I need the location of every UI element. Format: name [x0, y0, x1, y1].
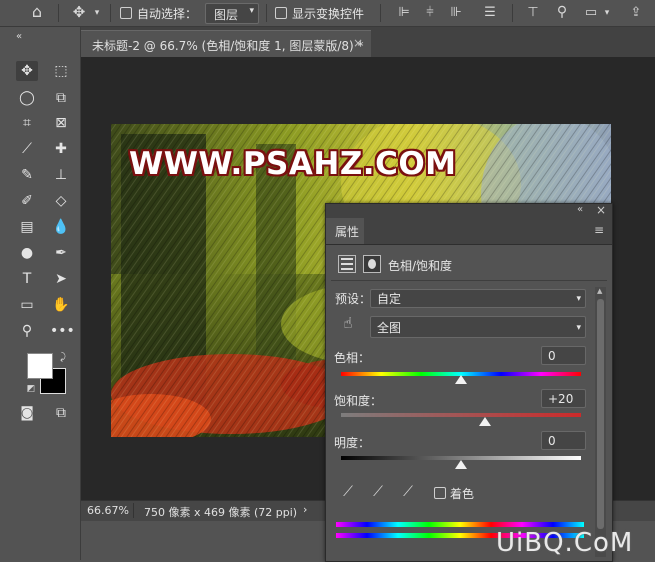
chevron-down-icon[interactable]: ▾ [602, 5, 612, 21]
pen-tool-icon[interactable]: ✒ [50, 243, 72, 263]
panel-tab-bar: 属性 ≡ [326, 218, 612, 245]
lightness-slider-thumb[interactable] [455, 460, 467, 469]
crop-tool-icon[interactable]: ⌗ [16, 113, 38, 133]
move-tool-icon[interactable]: ✥ [16, 61, 38, 81]
lightness-value: 0 [548, 434, 556, 448]
history-brush-icon[interactable]: ✐ [16, 191, 38, 211]
zoom-tool-icon[interactable]: ⚲ [16, 321, 38, 341]
scrollbar-thumb[interactable] [597, 299, 604, 529]
chevron-down-icon[interactable]: ▾ [92, 5, 102, 21]
saturation-label: 饱和度： [334, 394, 383, 408]
preset-value: 自定 [377, 292, 402, 306]
hue-label: 色相： [334, 351, 371, 365]
targeted-adjust-hand-icon[interactable]: ☝ [339, 315, 357, 331]
scroll-up-icon[interactable]: ▲ [597, 287, 602, 295]
object-select-tool-icon[interactable]: ⧉ [50, 88, 72, 108]
chevron-down-icon: ▾ [249, 6, 254, 16]
show-transform-label: 显示变换控件 [292, 7, 365, 21]
quick-mask-icon[interactable]: ◙ [16, 403, 38, 423]
more-tools-icon[interactable]: ••• [50, 321, 75, 341]
mask-icon[interactable] [363, 255, 381, 273]
adjustment-icon[interactable] [338, 255, 356, 273]
adjustment-title: 色相/饱和度 [388, 259, 453, 273]
layer-select[interactable]: 图层 ▾ [205, 3, 259, 24]
rectangle-tool-icon[interactable]: ▭ [16, 295, 38, 315]
panel-grip[interactable]: « × [326, 203, 612, 218]
collapse-icon[interactable]: « [12, 29, 26, 45]
dodge-tool-icon[interactable]: ● [16, 243, 38, 263]
show-transform-checkbox[interactable] [275, 7, 287, 19]
home-icon[interactable]: ⌂ [28, 4, 46, 20]
auto-select-label: 自动选择： [137, 7, 198, 21]
panel-scrollbar[interactable]: ▲ [595, 287, 606, 557]
stamp-tool-icon[interactable]: ⊥ [50, 165, 72, 185]
document-tab-title: 未标题-2 @ 66.7% (色相/饱和度 1, 图层蒙版/8) * [92, 39, 364, 53]
frame-tool-icon[interactable]: ⊠ [50, 113, 72, 133]
align-right-icon[interactable]: ⊪ [448, 5, 464, 21]
share-icon[interactable]: ⇪ [628, 5, 644, 21]
eyedropper-tool-icon[interactable]: ⟋ [16, 139, 38, 159]
colorize-checkbox[interactable] [434, 487, 446, 499]
input-color-bar [336, 522, 584, 527]
eyedropper-icon[interactable]: ⟋ [340, 484, 356, 500]
saturation-input[interactable]: +20 [541, 389, 586, 408]
collapse-icon[interactable]: « [577, 204, 583, 215]
path-select-icon[interactable]: ➤ [50, 269, 72, 289]
preset-label: 预设： [335, 292, 372, 306]
marquee-tool-icon[interactable]: ⬚ [50, 61, 72, 81]
eraser-tool-icon[interactable]: ◇ [50, 191, 72, 211]
default-colors-icon[interactable]: ◩ [25, 381, 37, 397]
eyedropper-add-icon[interactable]: ⟋ [370, 484, 386, 500]
blur-tool-icon[interactable]: 💧 [50, 217, 72, 237]
preset-select[interactable]: 自定 ▾ [370, 289, 586, 308]
chevron-down-icon: ▾ [576, 323, 581, 333]
tab-properties[interactable]: 属性 [326, 218, 364, 244]
panel-menu-icon[interactable]: ≡ [594, 223, 604, 237]
swap-colors-icon[interactable]: ⤸ [57, 350, 69, 366]
image-watermark-text: WWW.PSAHZ.COM [129, 146, 457, 182]
document-tab[interactable]: 未标题-2 @ 66.7% (色相/饱和度 1, 图层蒙版/8) * × [81, 30, 371, 58]
document-info: 750 像素 x 469 像素 (72 ppi) [144, 506, 298, 519]
saturation-slider-thumb[interactable] [479, 417, 491, 426]
lightness-label: 明度： [334, 436, 371, 450]
align-top-icon[interactable]: ⊤ [525, 5, 541, 21]
chevron-down-icon: ▾ [576, 294, 581, 304]
hue-slider-thumb[interactable] [455, 375, 467, 384]
move-tool-icon[interactable]: ✥ [70, 4, 88, 20]
chevron-right-icon[interactable]: › [303, 503, 307, 516]
brush-tool-icon[interactable]: ✎ [16, 165, 38, 185]
distribute-icon[interactable]: ☰ [482, 5, 498, 21]
gradient-tool-icon[interactable]: ▤ [16, 217, 38, 237]
close-icon[interactable]: × [596, 203, 606, 217]
saturation-slider-track[interactable] [341, 413, 581, 417]
layer-select-value: 图层 [214, 8, 239, 22]
workspace-icon[interactable]: ▭ [583, 5, 599, 21]
type-tool-icon[interactable]: T [16, 269, 38, 289]
properties-panel: « × 属性 ≡ 色相/饱和度 预设： 自定 ▾ ☝ 全图 ▾ 色相： 0 饱和… [325, 203, 613, 562]
align-left-icon[interactable]: ⊫ [396, 5, 412, 21]
channel-select[interactable]: 全图 ▾ [370, 316, 586, 338]
options-bar: ⌂ ✥ ▾ 自动选择： 图层 ▾ 显示变换控件 ⊫ ⫩ ⊪ ☰ ⊤ ⚲ ▭ ▾ … [0, 0, 655, 27]
close-icon[interactable]: × [353, 36, 363, 50]
healing-brush-icon[interactable]: ✚ [50, 139, 72, 159]
hue-input[interactable]: 0 [541, 346, 586, 365]
lightness-input[interactable]: 0 [541, 431, 586, 450]
lasso-tool-icon[interactable]: ◯ [16, 88, 38, 108]
colorize-label: 着色 [450, 487, 475, 501]
auto-select-checkbox[interactable] [120, 7, 132, 19]
hand-tool-icon[interactable]: ✋ [50, 295, 72, 315]
toolbar: « ✥ ⬚ ◯ ⧉ ⌗ ⊠ ⟋ ✚ ✎ ⊥ ✐ ◇ ▤ 💧 ● ✒ T ➤ ▭ … [0, 27, 81, 560]
align-center-icon[interactable]: ⫩ [422, 5, 438, 21]
foreground-color-swatch[interactable] [27, 353, 53, 379]
screen-mode-icon[interactable]: ⧉ [50, 403, 72, 423]
channel-value: 全图 [377, 321, 402, 335]
site-watermark: UiBQ.CoM [496, 528, 634, 558]
hue-value: 0 [548, 349, 556, 363]
panel-title: 属性 [335, 225, 360, 239]
search-icon[interactable]: ⚲ [553, 4, 571, 20]
zoom-level[interactable]: 66.67% [87, 504, 129, 517]
saturation-value: +20 [548, 392, 574, 406]
eyedropper-subtract-icon[interactable]: ⟋ [400, 484, 416, 500]
